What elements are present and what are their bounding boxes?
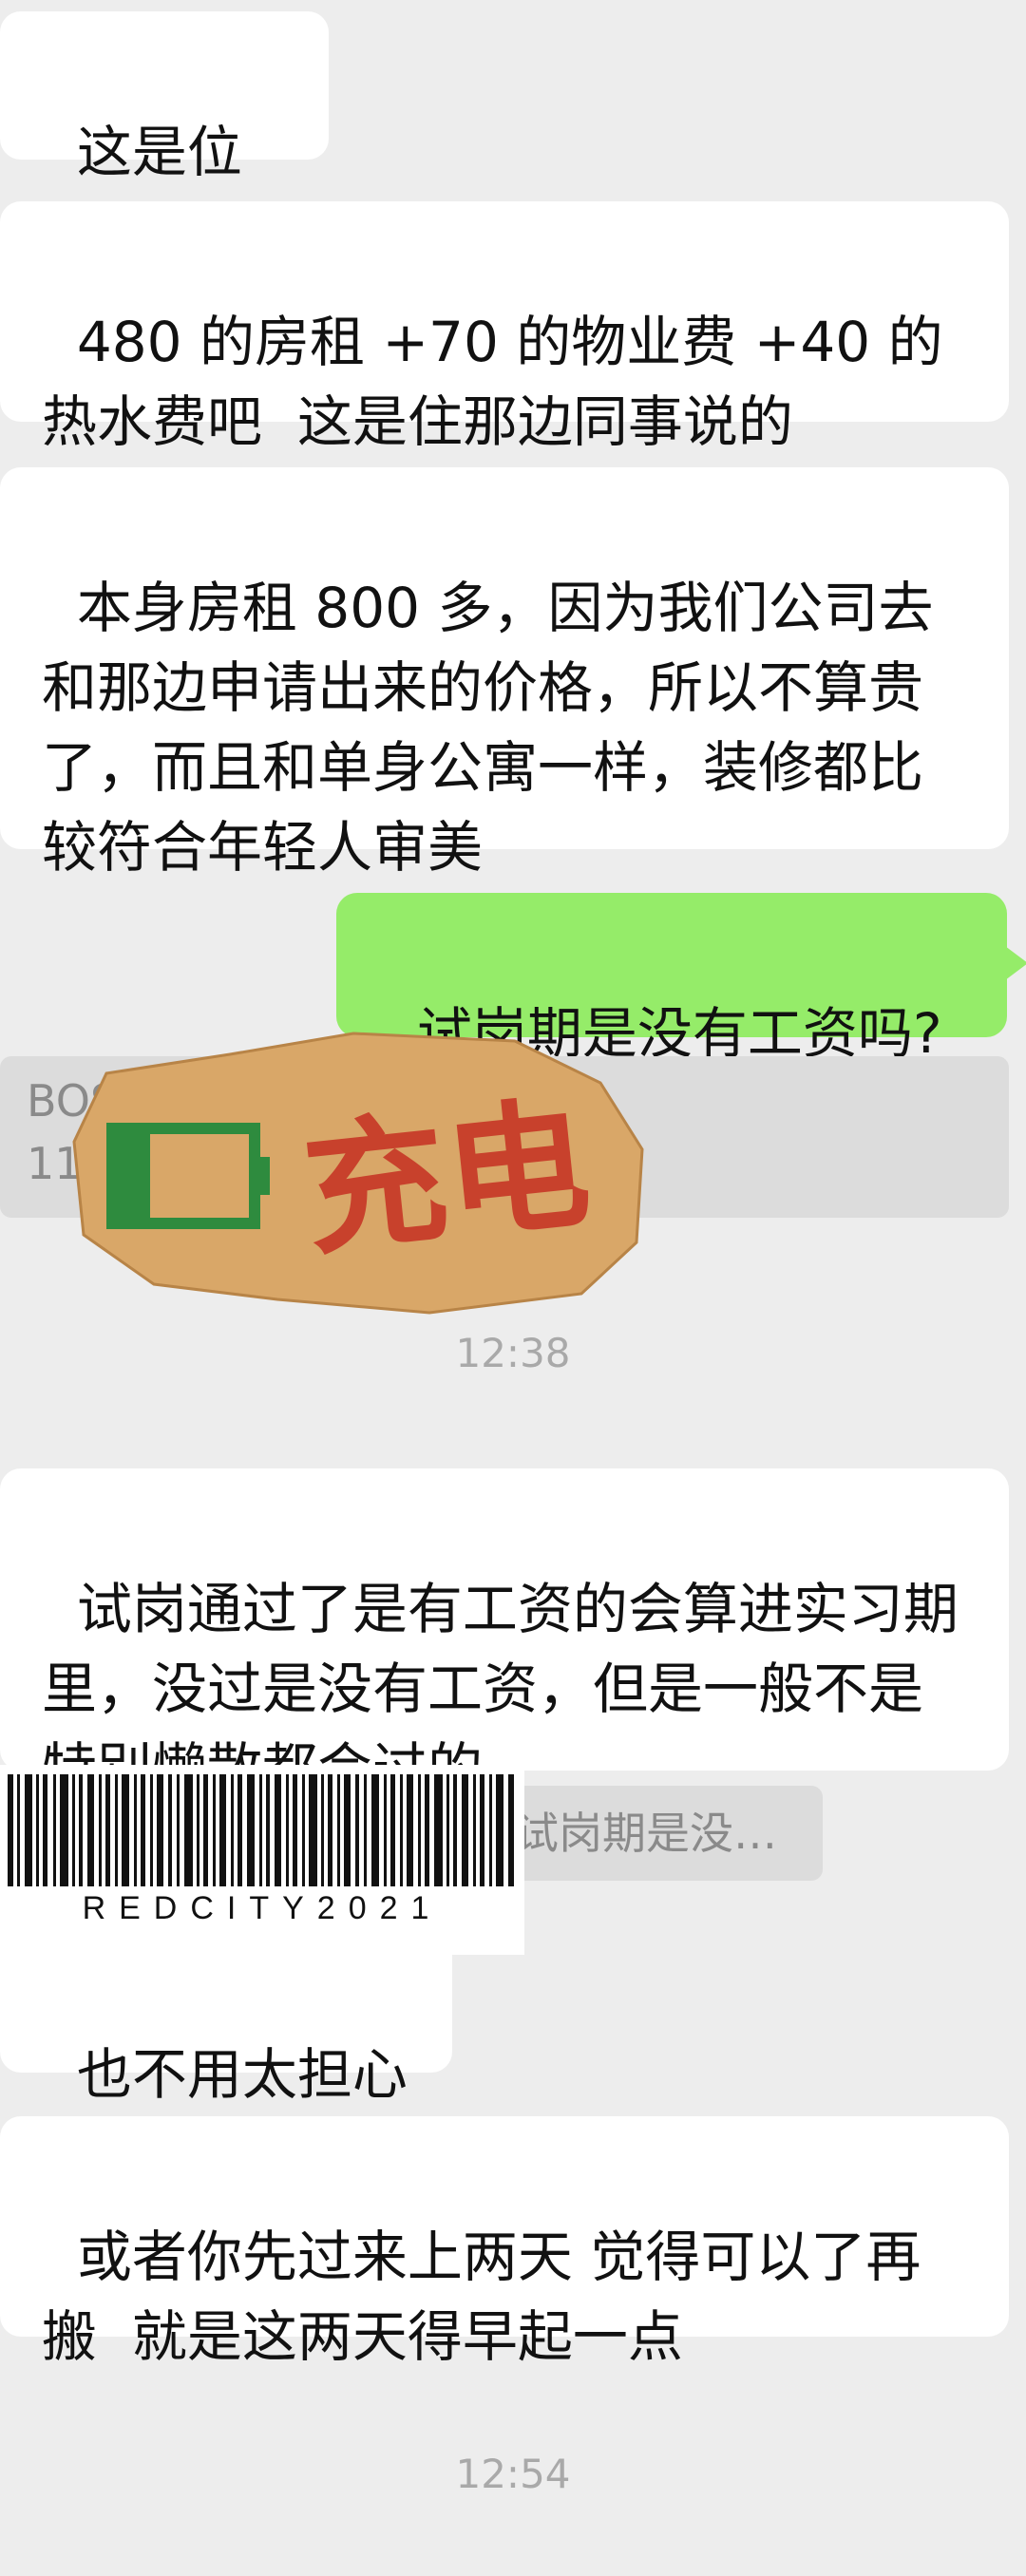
message-bubble-rent-cost[interactable]: 480 的房租 +70 的物业费 +40 的热水费吧 这是住那边同事说的 (0, 201, 1009, 454)
quote-text: 试岗期是没有工资吗? (515, 1808, 823, 1859)
message-bubble-trial-answer[interactable]: 试岗通过了是有工资的会算进实习期里，没过是没有工资，但是一般不是特别懒散都会过的 (0, 1468, 1009, 1801)
timestamp: 12:38 (455, 1330, 571, 1376)
message-text: 480 的房租 +70 的物业费 +40 的热水费吧 这是住那边同事说的 (42, 310, 943, 454)
charging-sticker: 充电 (72, 1032, 644, 1315)
barcode-sticker: REDCITY2021 (0, 1765, 524, 1955)
barcode-icon (8, 1774, 514, 1886)
message-text: 或者你先过来上两天 觉得可以了再搬 就是这两天得早起一点 (42, 2225, 922, 2369)
message-bubble-rent-detail[interactable]: 本身房租 800 多，因为我们公司去和那边申请出来的价格，所以不算贵了，而且和单… (0, 467, 1009, 880)
barcode-text: REDCITY2021 (82, 1890, 443, 1926)
message-bubble-suggestion[interactable]: 或者你先过来上两天 觉得可以了再搬 就是这两天得早起一点 (0, 2116, 1009, 2369)
timestamp: 12:54 (455, 2451, 571, 2497)
message-text: 也不用太担心 (76, 2042, 408, 2107)
message-bubble-reassure[interactable]: 也不用太担心 (0, 1934, 452, 2107)
message-text: 本身房租 800 多，因为我们公司去和那边申请出来的价格，所以不算贵了，而且和单… (42, 576, 934, 880)
message-bubble-location[interactable]: 这是位置 (0, 11, 329, 264)
sticker-text: 充电 (296, 1082, 598, 1276)
